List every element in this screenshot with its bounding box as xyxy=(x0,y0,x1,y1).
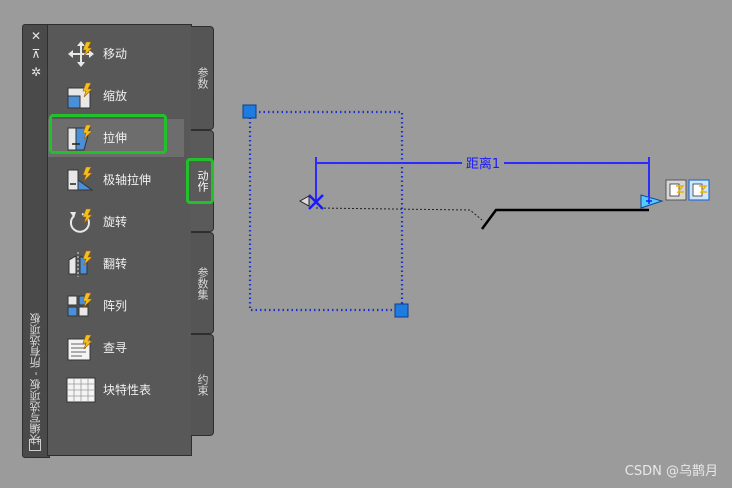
drawing-canvas: 距离1 xyxy=(242,104,710,318)
action-badge[interactable] xyxy=(688,179,710,201)
watermark: CSDN @乌鹊月 xyxy=(624,464,718,479)
dashed-edge xyxy=(315,207,483,221)
action-badge[interactable] xyxy=(665,179,687,201)
dimension-label: 距离1 xyxy=(466,156,500,172)
frame-grip[interactable] xyxy=(242,104,257,119)
solid-edge xyxy=(480,208,649,230)
dimension-grip[interactable] xyxy=(298,195,310,207)
stretch-frame xyxy=(248,110,404,312)
frame-grip[interactable] xyxy=(394,303,409,318)
